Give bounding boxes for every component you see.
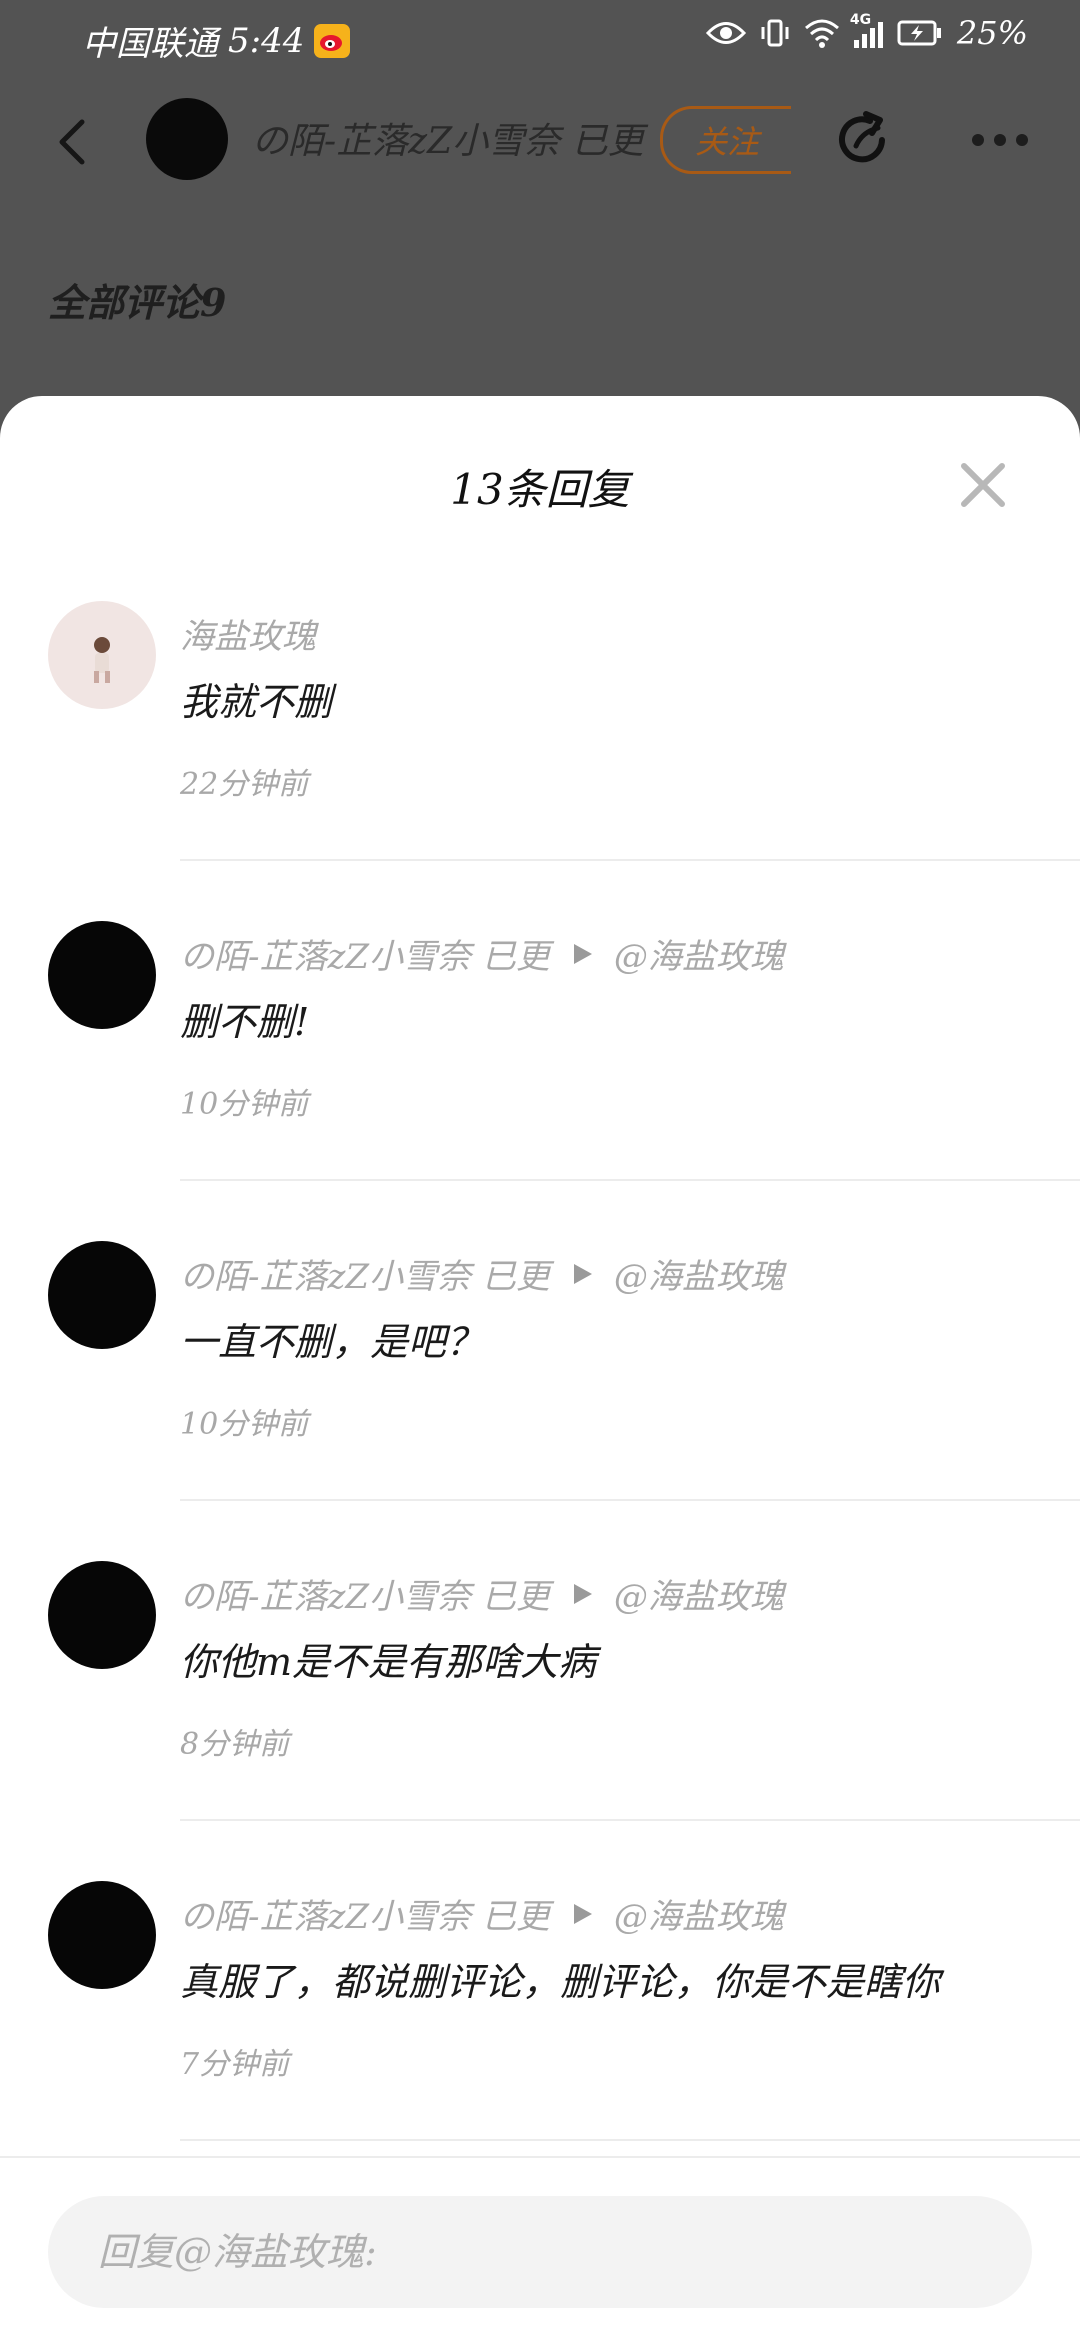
author-name[interactable]: の陌-芷落zZ小雪奈 已更 — [252, 112, 644, 164]
reply-meta: の陌-芷落zZ小雪奈 已更 @海盐玫瑰 — [180, 929, 784, 978]
weibo-notification-icon — [314, 23, 351, 58]
network-type-text: 4G — [849, 12, 872, 28]
share-button[interactable] — [830, 106, 898, 174]
clock-text: 5:44 — [228, 20, 305, 61]
reply-arrow-icon — [573, 1263, 592, 1284]
avatar[interactable] — [48, 601, 156, 709]
reply-to[interactable]: @海盐玫瑰 — [614, 1249, 784, 1298]
reply-item[interactable]: の陌-芷落zZ小雪奈 已更 @海盐玫瑰 一直不删，是吧？ 10分钟前 — [0, 1241, 1080, 1561]
avatar[interactable] — [48, 1241, 156, 1349]
close-icon — [961, 463, 1005, 507]
reply-author[interactable]: の陌-芷落zZ小雪奈 已更 — [180, 929, 550, 978]
battery-icon — [897, 20, 941, 46]
divider — [180, 1499, 1080, 1501]
battery-percent: 25% — [956, 14, 1028, 52]
reply-author[interactable]: の陌-芷落zZ小雪奈 已更 — [180, 1569, 550, 1618]
divider — [180, 859, 1080, 861]
reply-to[interactable]: @海盐玫瑰 — [614, 1889, 784, 1938]
reply-text: 我就不删 — [180, 680, 333, 724]
reply-arrow-icon — [573, 1903, 592, 1924]
carrier-text: 中国联通 — [82, 24, 218, 64]
reply-input-bar — [0, 2156, 1080, 2342]
reply-list: 海盐玫瑰 我就不删 22分钟前 の陌-芷落zZ小雪奈 已更 @海盐玫瑰 删不删!… — [0, 601, 1080, 2201]
reply-item[interactable]: の陌-芷落zZ小雪奈 已更 @海盐玫瑰 真服了，都说删评论，删评论，你是不是瞎你… — [0, 1881, 1080, 2201]
chevron-left-icon — [59, 119, 85, 165]
reply-item[interactable]: 海盐玫瑰 我就不删 22分钟前 — [0, 601, 1080, 921]
follow-button[interactable]: 关注 — [660, 106, 791, 174]
reply-time: 10分钟前 — [180, 1407, 309, 1442]
signal-icon: 4G — [850, 12, 883, 48]
doll-avatar-icon — [94, 637, 110, 683]
reply-arrow-icon — [573, 1583, 592, 1604]
reply-input[interactable] — [48, 2196, 1032, 2308]
author-avatar[interactable] — [146, 98, 228, 180]
reply-text: 你他m是不是有那啥大病 — [180, 1640, 597, 1684]
reply-meta: の陌-芷落zZ小雪奈 已更 @海盐玫瑰 — [180, 1889, 784, 1938]
wifi-icon — [804, 19, 839, 48]
back-button[interactable] — [46, 110, 102, 174]
reply-author[interactable]: の陌-芷落zZ小雪奈 已更 — [180, 1249, 550, 1298]
reply-item[interactable]: の陌-芷落zZ小雪奈 已更 @海盐玫瑰 删不删! 10分钟前 — [0, 921, 1080, 1241]
reply-author[interactable]: 海盐玫瑰 — [180, 609, 316, 658]
close-button[interactable] — [958, 460, 1008, 510]
divider — [180, 2139, 1080, 2141]
reply-time: 10分钟前 — [180, 1087, 309, 1122]
reply-to[interactable]: @海盐玫瑰 — [614, 929, 784, 978]
replies-sheet: 13条回复 海盐玫瑰 我就不删 22分钟前 の陌-芷落zZ小雪奈 已更 @海盐玫… — [0, 396, 1080, 2340]
reply-text: 一直不删，是吧？ — [180, 1320, 485, 1364]
reply-text: 删不删! — [180, 1000, 310, 1044]
reply-item[interactable]: の陌-芷落zZ小雪奈 已更 @海盐玫瑰 你他m是不是有那啥大病 8分钟前 — [0, 1561, 1080, 1881]
avatar[interactable] — [48, 1881, 156, 1989]
divider — [180, 1819, 1080, 1821]
reply-time: 7分钟前 — [180, 2047, 290, 2082]
avatar[interactable] — [48, 921, 156, 1029]
sheet-title: 13条回复 — [450, 465, 630, 514]
reply-time: 22分钟前 — [180, 767, 309, 802]
vibrate-icon — [761, 19, 789, 47]
reply-time: 8分钟前 — [180, 1727, 290, 1762]
avatar[interactable] — [48, 1561, 156, 1669]
more-button[interactable] — [972, 120, 1042, 160]
reply-arrow-icon — [573, 943, 592, 964]
more-icon — [972, 134, 984, 146]
reply-text: 真服了，都说删评论，删评论，你是不是瞎你 — [180, 1960, 941, 2004]
status-left: 中国联通 5:44 — [82, 16, 351, 65]
reply-meta: の陌-芷落zZ小雪奈 已更 @海盐玫瑰 — [180, 1569, 784, 1618]
reply-author[interactable]: の陌-芷落zZ小雪奈 已更 — [180, 1889, 550, 1938]
status-bar: 中国联通 5:44 4G 25% — [0, 0, 1080, 72]
reply-meta: 海盐玫瑰 — [180, 609, 316, 658]
share-icon — [839, 111, 885, 163]
divider — [180, 1179, 1080, 1181]
reply-to[interactable]: @海盐玫瑰 — [614, 1569, 784, 1618]
eye-icon — [705, 22, 746, 44]
reply-meta: の陌-芷落zZ小雪奈 已更 @海盐玫瑰 — [180, 1249, 784, 1298]
all-comments-heading: 全部评论9 — [48, 280, 227, 325]
status-right: 4G 25% — [705, 12, 1028, 52]
